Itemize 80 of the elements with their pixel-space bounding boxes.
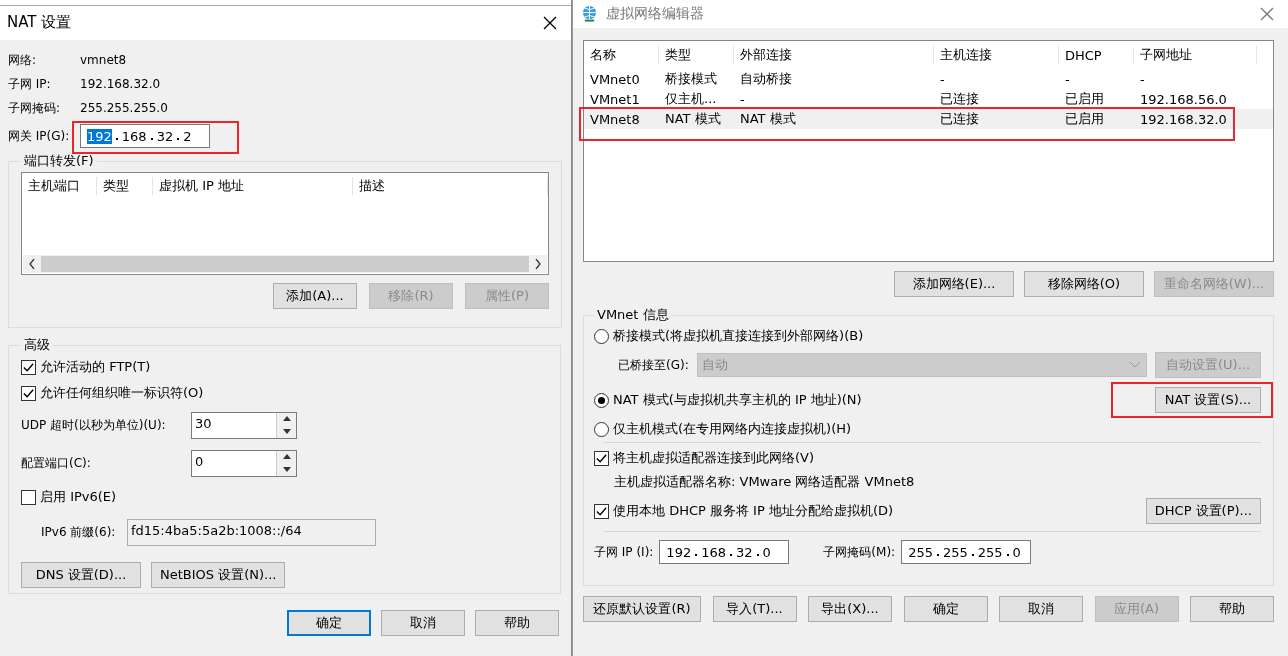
- radio-label: NAT 模式(与虚拟机共享主机的 IP 地址)(N): [613, 391, 862, 409]
- group-title: VMnet 信息: [596, 306, 670, 324]
- radio-label: 仅主机模式(在专用网络内连接虚拟机)(H): [613, 420, 852, 438]
- field-label: 子网掩码(M):: [823, 543, 896, 561]
- down-arrow-icon[interactable]: [282, 466, 291, 472]
- dialog-button[interactable]: 添加(A)...: [273, 283, 357, 309]
- column-header[interactable]: 类型: [97, 177, 153, 195]
- globe-icon: [581, 5, 598, 22]
- dialog-button[interactable]: 确定: [903, 596, 988, 622]
- field-label: 配置端口(C):: [21, 454, 92, 472]
- up-arrow-icon[interactable]: [282, 416, 291, 422]
- number-spinner[interactable]: 30: [191, 411, 297, 439]
- port-forwarding-list[interactable]: 主机端口 类型 虚拟机 IP 地址 描述: [21, 172, 549, 275]
- checkbox-label: 使用本地 DHCP 服务将 IP 地址分配给虚拟机(D): [613, 502, 894, 520]
- chevron-down-icon: [1130, 362, 1140, 368]
- checkbox[interactable]: [594, 503, 609, 519]
- scroll-right-icon[interactable]: [535, 259, 541, 269]
- dialog-button[interactable]: 导入(T)...: [712, 596, 797, 622]
- ip-address-field[interactable]: 192 168 32 2: [80, 124, 210, 148]
- column-header[interactable]: 主机连接: [934, 46, 1059, 64]
- column-header[interactable]: 名称: [584, 46, 659, 64]
- checkbox-label: 允许活动的 FTP(T): [40, 358, 151, 376]
- window-title: 虚拟网络编辑器: [606, 5, 704, 23]
- checkbox-label: 启用 IPv6(E): [40, 488, 117, 506]
- column-header[interactable]: DHCP: [1059, 47, 1134, 63]
- field-label: 子网 IP:: [8, 75, 52, 93]
- dialog-button[interactable]: 帮助: [475, 610, 559, 636]
- network-row[interactable]: VMnet1 仅主机... - 已连接 已启用 192.168.56.0: [584, 89, 1273, 109]
- dialog-button[interactable]: DHCP 设置(P)...: [1145, 498, 1261, 524]
- dialog-button[interactable]: 取消: [999, 596, 1083, 622]
- ip-address-field[interactable]: 192 168 32 0: [659, 540, 790, 564]
- checkbox[interactable]: [21, 385, 36, 401]
- field-label: 已桥接至(G):: [618, 356, 689, 374]
- column-header[interactable]: 类型: [659, 46, 734, 64]
- up-arrow-icon[interactable]: [282, 454, 291, 460]
- down-arrow-icon[interactable]: [282, 428, 291, 434]
- dialog-button[interactable]: 取消: [381, 610, 465, 636]
- column-header[interactable]: 子网地址: [1134, 46, 1257, 64]
- radio-label: 桥接模式(将虚拟机直接连接到外部网络)(B): [613, 327, 864, 345]
- dialog-button[interactable]: 帮助: [1190, 596, 1274, 622]
- column-header[interactable]: 描述: [353, 177, 548, 195]
- scroll-left-icon[interactable]: [29, 259, 35, 269]
- number-spinner[interactable]: 0: [191, 449, 297, 477]
- field-value: 255.255.255.0: [80, 101, 168, 115]
- field-label: 网络:: [8, 51, 38, 69]
- network-row[interactable]: VMnet8 NAT 模式 NAT 模式 已连接 已启用 192.168.32.0: [584, 109, 1273, 129]
- dialog-button[interactable]: 确定: [287, 610, 371, 636]
- field-label: UDP 超时(以秒为单位)(U):: [21, 416, 167, 434]
- checkbox[interactable]: [21, 359, 36, 375]
- dialog-button[interactable]: 添加网络(E)...: [894, 271, 1014, 297]
- radio-button[interactable]: [594, 421, 609, 437]
- network-row[interactable]: VMnet0 桥接模式 自动桥接 - - -: [584, 69, 1273, 89]
- dialog-button[interactable]: DNS 设置(D)...: [21, 562, 141, 588]
- radio-button[interactable]: [594, 392, 609, 408]
- checkbox-label: 允许任何组织唯一标识符(O): [40, 384, 204, 402]
- field-label: 子网掩码:: [8, 99, 62, 117]
- adapter-name-text: 主机虚拟适配器名称: VMware 网络适配器 VMnet8: [614, 473, 915, 491]
- field-value: 192.168.32.0: [80, 77, 161, 91]
- ip-address-field[interactable]: 255 255 255 0: [901, 540, 1032, 564]
- dialog-button[interactable]: 移除网络(O): [1024, 271, 1144, 297]
- column-header[interactable]: 虚拟机 IP 地址: [153, 177, 353, 195]
- checkbox-label: 将主机虚拟适配器连接到此网络(V): [613, 449, 815, 467]
- dialog-button[interactable]: 还原默认设置(R): [583, 596, 701, 622]
- column-header[interactable]: 外部连接: [734, 46, 934, 64]
- column-header[interactable]: 主机端口: [22, 177, 97, 195]
- group-title: 高级: [23, 336, 51, 354]
- checkbox[interactable]: [594, 450, 609, 466]
- scrollbar-thumb[interactable]: [41, 256, 529, 272]
- dialog-button[interactable]: 导出(X)...: [808, 596, 892, 622]
- field-label: 子网 IP (I):: [594, 543, 654, 561]
- radio-button[interactable]: [594, 328, 609, 344]
- checkbox[interactable]: [21, 489, 36, 505]
- close-icon[interactable]: [543, 15, 557, 30]
- field-label: 网关 IP(G):: [8, 127, 71, 145]
- dialog-title: NAT 设置: [7, 13, 72, 33]
- group-title: 端口转发(F): [23, 152, 95, 170]
- field-value: vmnet8: [80, 53, 127, 67]
- dialog-button[interactable]: NetBIOS 设置(N)...: [151, 562, 286, 588]
- field-label: IPv6 前缀(6):: [41, 523, 117, 541]
- dialog-button[interactable]: NAT 设置(S)...: [1155, 387, 1261, 413]
